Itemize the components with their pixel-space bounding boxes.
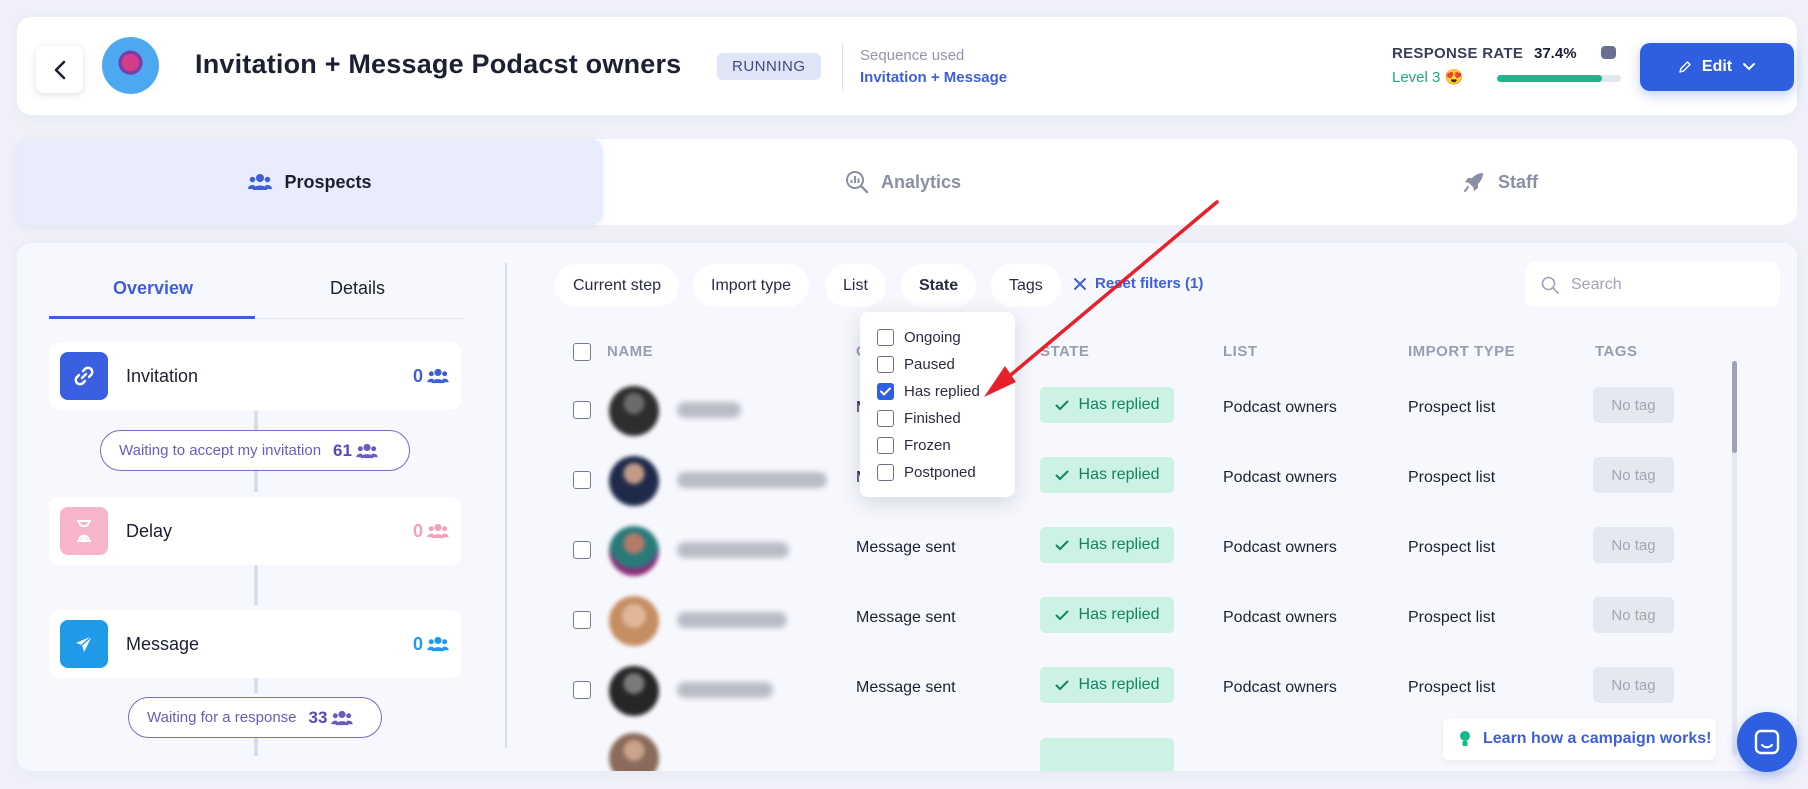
chat-icon	[1754, 729, 1780, 755]
lightbulb-icon	[1460, 731, 1470, 746]
learn-campaign-link[interactable]: Learn how a campaign works!	[1443, 718, 1716, 760]
annotation-arrow	[984, 200, 1219, 397]
chat-button[interactable]	[1737, 712, 1797, 772]
learn-label: Learn how a campaign works!	[1483, 730, 1712, 747]
